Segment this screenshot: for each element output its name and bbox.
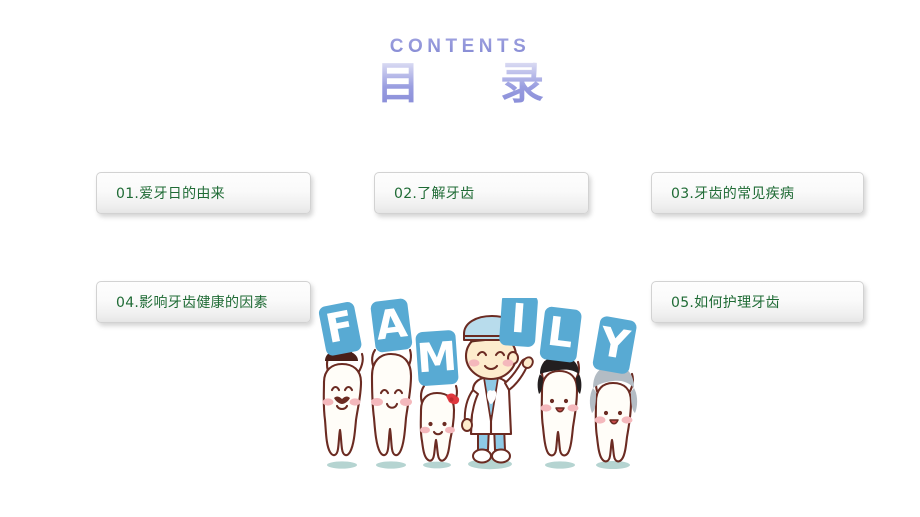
title-chinese-wrapper: 目 录 (0, 60, 920, 112)
svg-text:M: M (416, 334, 459, 383)
letter-card-I: I (499, 298, 538, 347)
svg-text:A: A (373, 300, 409, 349)
menu-item-02[interactable]: 02.了解牙齿 (374, 172, 589, 214)
letter-card-A: A (370, 298, 413, 353)
character-child-tooth: M (416, 330, 460, 462)
letter-card-F: F (318, 302, 362, 356)
letter-card-L: L (539, 306, 582, 363)
title-english: CONTENTS (389, 36, 531, 57)
page-title: CONTENTS 目 录 (0, 36, 920, 112)
title-chinese: 目 录 (0, 60, 920, 111)
character-grandmother-tooth: Y (589, 316, 638, 463)
menu-item-01[interactable]: 01.爱牙日的由来 (96, 172, 311, 214)
menu-item-02-label: 02.了解牙齿 (394, 186, 475, 202)
character-mother-tooth: L (537, 306, 582, 457)
menu-item-01-label: 01.爱牙日的由来 (116, 186, 225, 202)
slide-canvas: CONTENTS 目 录 01.爱牙日的由来 02.了解牙齿 03.牙齿的常见疾… (0, 0, 920, 517)
menu-item-04-label: 04.影响牙齿健康的因素 (116, 295, 268, 311)
menu-item-03-label: 03.牙齿的常见疾病 (671, 186, 795, 202)
letter-card-Y: Y (592, 316, 637, 374)
character-father-tooth: A (370, 298, 413, 457)
letter-card-M: M (416, 330, 459, 386)
family-teeth-illustration: .to{fill:#fffdf8;stroke:#6b2b22;stroke-w… (312, 298, 660, 493)
menu-item-03[interactable]: 03.牙齿的常见疾病 (651, 172, 864, 214)
character-dentist-boy: I (461, 298, 538, 464)
menu-item-05[interactable]: 05.如何护理牙齿 (651, 281, 864, 323)
menu-item-04[interactable]: 04.影响牙齿健康的因素 (96, 281, 311, 323)
menu-item-05-label: 05.如何护理牙齿 (671, 295, 780, 311)
character-grandfather-tooth: F (318, 302, 364, 457)
